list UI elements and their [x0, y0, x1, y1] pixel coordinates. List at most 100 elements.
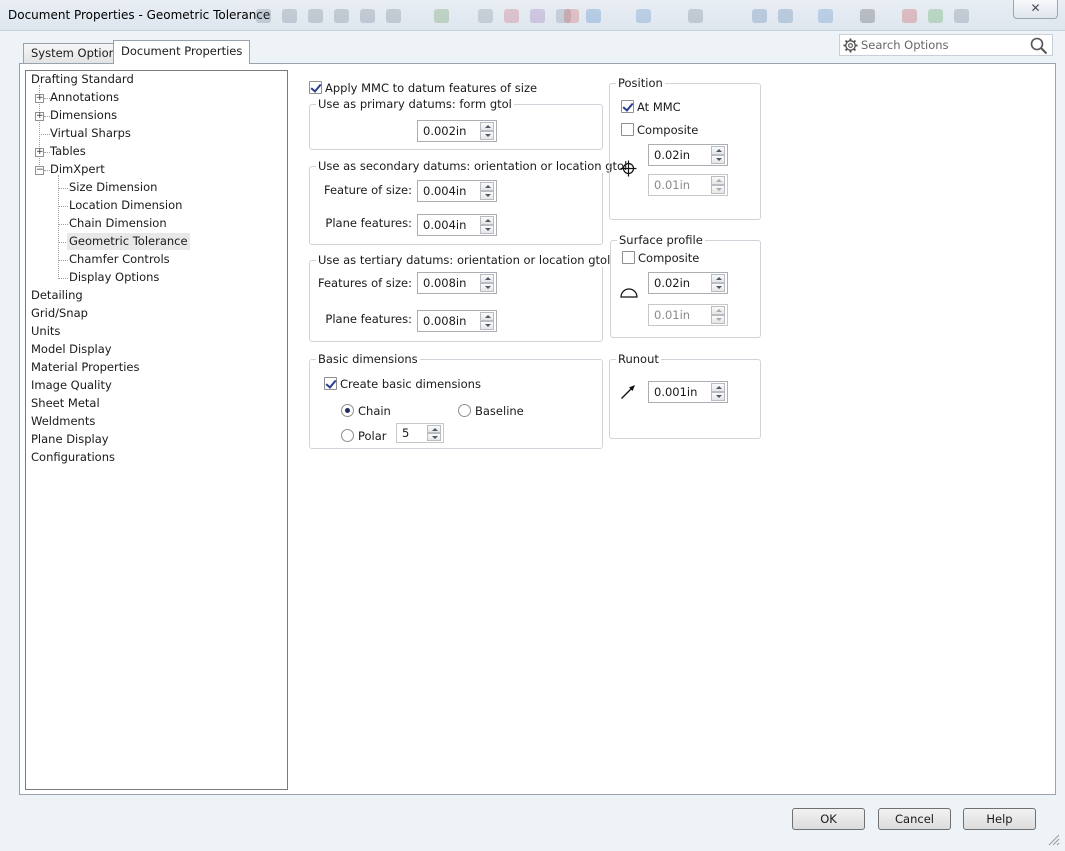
toolbar-ghost-icon: [478, 9, 493, 23]
expand-tables-icon[interactable]: +: [35, 148, 44, 157]
expand-dimensions-icon[interactable]: +: [35, 112, 44, 121]
gear-icon[interactable]: [843, 38, 858, 53]
polar-count-value[interactable]: 5: [402, 426, 409, 440]
secondary-feature-value[interactable]: 0.004in: [423, 184, 466, 198]
stepper-up-icon[interactable]: [427, 425, 441, 433]
tree-item-dimxpert[interactable]: DimXpert: [50, 161, 105, 178]
position-tolerance-stepper[interactable]: 0.02in: [648, 144, 728, 166]
baseline-label[interactable]: Baseline: [475, 404, 524, 418]
tree-item-chain-dimension[interactable]: Chain Dimension: [69, 215, 167, 232]
surface-profile-tolerance-stepper[interactable]: 0.02in: [648, 272, 728, 294]
toolbar-ghost-icon: [860, 9, 875, 23]
stepper-up-icon[interactable]: [480, 216, 494, 225]
tree-item-grid-snap[interactable]: Grid/Snap: [31, 305, 88, 322]
tree-item-size-dimension[interactable]: Size Dimension: [69, 179, 157, 196]
chain-radio[interactable]: [341, 404, 354, 417]
stepper-down-icon[interactable]: [480, 283, 494, 292]
tree-item-display-options[interactable]: Display Options: [69, 269, 159, 286]
stepper-up-icon[interactable]: [711, 146, 725, 155]
stepper-down-icon[interactable]: [480, 131, 494, 140]
tree-connector: [58, 188, 68, 189]
create-basic-dimensions-label[interactable]: Create basic dimensions: [340, 377, 481, 391]
stepper-down-icon[interactable]: [480, 191, 494, 200]
cancel-button[interactable]: Cancel: [878, 808, 951, 830]
chain-label[interactable]: Chain: [358, 404, 391, 418]
stepper-down-icon[interactable]: [711, 283, 725, 292]
toolbar-ghost-icon: [752, 9, 767, 23]
secondary-plane-value[interactable]: 0.004in: [423, 218, 466, 232]
create-basic-dimensions-checkbox[interactable]: [324, 377, 337, 390]
baseline-radio[interactable]: [458, 404, 471, 417]
tree-item-units[interactable]: Units: [31, 323, 60, 340]
close-button[interactable]: ✕: [1013, 0, 1058, 19]
position-composite-checkbox[interactable]: [621, 123, 634, 136]
stepper-up-icon[interactable]: [480, 122, 494, 131]
stepper-down-icon[interactable]: [480, 225, 494, 234]
search-icon[interactable]: [1030, 37, 1048, 55]
stepper-down-icon[interactable]: [711, 392, 725, 401]
runout-tolerance-value[interactable]: 0.001in: [654, 385, 697, 399]
tree-item-dimensions[interactable]: Dimensions: [50, 107, 117, 124]
tree-item-annotations[interactable]: Annotations: [50, 89, 119, 106]
tertiary-plane-stepper[interactable]: 0.008in: [417, 310, 497, 332]
primary-form-gtol-value[interactable]: 0.002in: [423, 124, 466, 138]
tree-item-weldments[interactable]: Weldments: [31, 413, 95, 430]
stepper-up-icon[interactable]: [480, 312, 494, 321]
apply-mmc-checkbox[interactable]: [309, 81, 322, 94]
tree-item-material-properties[interactable]: Material Properties: [31, 359, 140, 376]
expand-annotations-icon[interactable]: +: [35, 94, 44, 103]
tab-document-properties[interactable]: Document Properties: [113, 40, 251, 64]
position-at-mmc-label[interactable]: At MMC: [637, 100, 681, 114]
search-input[interactable]: [861, 36, 1026, 54]
tree-item-drafting-standard[interactable]: Drafting Standard: [31, 71, 134, 88]
help-button[interactable]: Help: [963, 808, 1036, 830]
position-tolerance-value[interactable]: 0.02in: [654, 148, 690, 162]
stepper-buttons: [711, 146, 725, 164]
stepper-down-icon[interactable]: [427, 433, 441, 441]
resize-grip-icon[interactable]: [1046, 832, 1060, 846]
polar-radio[interactable]: [341, 429, 354, 442]
stepper-up-icon[interactable]: [480, 274, 494, 283]
secondary-plane-stepper[interactable]: 0.004in: [417, 214, 497, 236]
tree-item-chamfer-controls[interactable]: Chamfer Controls: [69, 251, 170, 268]
tree-item-image-quality[interactable]: Image Quality: [31, 377, 112, 394]
runout-tolerance-stepper[interactable]: 0.001in: [648, 381, 728, 403]
apply-mmc-label[interactable]: Apply MMC to datum features of size: [325, 81, 537, 95]
position-composite-stepper: 0.01in: [648, 174, 728, 196]
ok-button[interactable]: OK: [792, 808, 865, 830]
toolbar-ghost-icon: [504, 9, 519, 23]
surface-profile-composite-checkbox[interactable]: [622, 251, 635, 264]
tertiary-plane-value[interactable]: 0.008in: [423, 314, 466, 328]
secondary-plane-label: Plane features:: [325, 216, 412, 230]
stepper-down-icon[interactable]: [711, 155, 725, 164]
options-tree[interactable]: + + + − Drafting Standard Annotations Di…: [25, 70, 288, 790]
tertiary-feature-value[interactable]: 0.008in: [423, 276, 466, 290]
stepper-up-icon[interactable]: [711, 383, 725, 392]
stepper-down-icon[interactable]: [480, 321, 494, 330]
secondary-feature-stepper[interactable]: 0.004in: [417, 180, 497, 202]
position-at-mmc-checkbox[interactable]: [621, 100, 634, 113]
tree-item-model-display[interactable]: Model Display: [31, 341, 112, 358]
polar-count-stepper[interactable]: 5: [396, 423, 444, 443]
surface-profile-composite-value: 0.01in: [654, 308, 691, 322]
stepper-down-icon: [711, 185, 725, 194]
tertiary-feature-stepper[interactable]: 0.008in: [417, 272, 497, 294]
tree-item-sheet-metal[interactable]: Sheet Metal: [31, 395, 100, 412]
tree-item-location-dimension[interactable]: Location Dimension: [69, 197, 182, 214]
stepper-up-icon[interactable]: [480, 182, 494, 191]
collapse-dimxpert-icon[interactable]: −: [35, 166, 44, 175]
tree-item-plane-display[interactable]: Plane Display: [31, 431, 109, 448]
polar-label[interactable]: Polar: [358, 429, 387, 443]
surface-profile-composite-label[interactable]: Composite: [638, 251, 699, 265]
tree-item-geometric-tolerance[interactable]: Geometric Tolerance: [67, 233, 190, 250]
position-composite-label[interactable]: Composite: [637, 123, 698, 137]
tree-item-detailing[interactable]: Detailing: [31, 287, 83, 304]
surface-profile-tolerance-value[interactable]: 0.02in: [654, 276, 690, 290]
search-box[interactable]: [839, 34, 1053, 56]
tree-item-tables[interactable]: Tables: [50, 143, 86, 160]
tree-item-configurations[interactable]: Configurations: [31, 449, 115, 466]
primary-form-gtol-stepper[interactable]: 0.002in: [417, 120, 497, 142]
toolbar-ghost-icon: [688, 9, 703, 23]
stepper-up-icon[interactable]: [711, 274, 725, 283]
tree-item-virtual-sharps[interactable]: Virtual Sharps: [50, 125, 131, 142]
